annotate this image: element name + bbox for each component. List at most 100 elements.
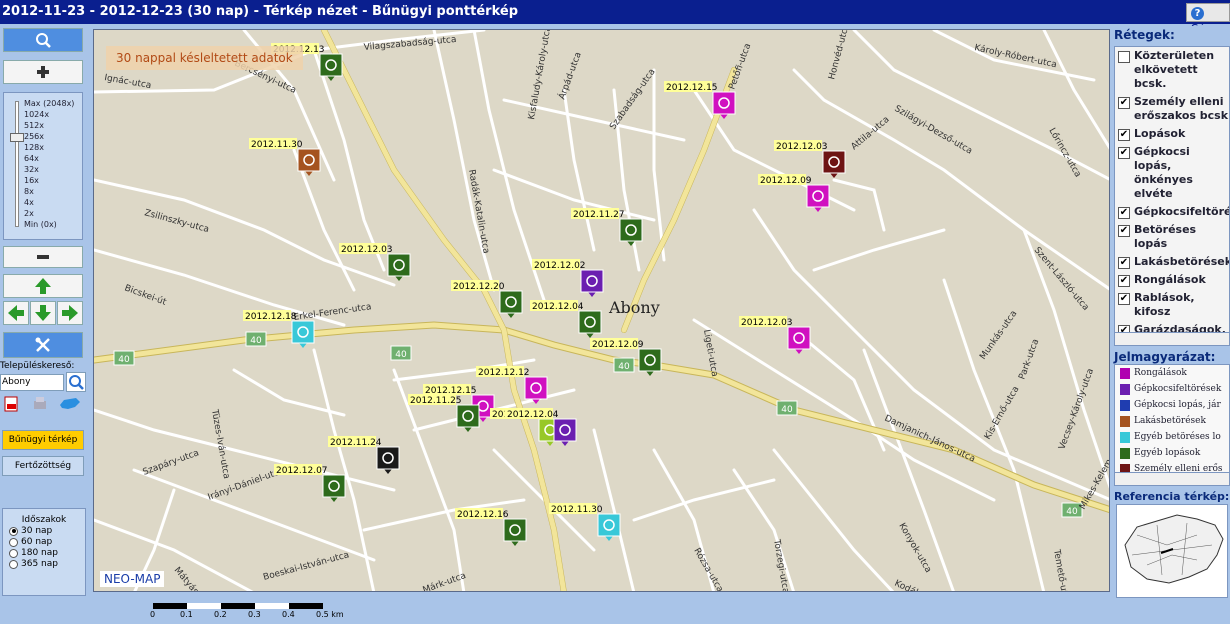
radio-icon[interactable] — [9, 559, 18, 569]
crime-markers[interactable]: 2012.12.132012.11.302012.12.032012.12.15… — [243, 43, 846, 546]
layer-label: Személy elleni erőszakos bcsk — [1134, 95, 1229, 122]
marker-date-label: 2012.12.03 — [776, 142, 828, 152]
street-label: Boeskai-István-utca — [262, 550, 350, 583]
legend-label: Lakásbetörések — [1134, 416, 1206, 426]
crime-marker[interactable]: 2012.12.04 — [530, 300, 602, 338]
layer-checkbox[interactable]: ✔ — [1118, 207, 1130, 219]
scale-bar: 0 0.1 0.2 0.3 0.4 0.5 km — [150, 603, 390, 620]
layer-checkbox[interactable]: ✔ — [1118, 293, 1130, 305]
zoom-level: 512x — [24, 121, 45, 130]
street-label: Vecsey-Károly-utca — [1057, 367, 1096, 451]
legend-item: Gépkocsifeltörések — [1115, 381, 1229, 397]
radio-icon[interactable] — [9, 548, 18, 558]
layer-item[interactable]: ✔ Gépkocsi lopás, önkényes elvéte — [1115, 143, 1229, 203]
layer-checkbox[interactable]: ✔ — [1118, 225, 1130, 237]
crime-marker[interactable]: 2012.11.24 — [328, 436, 400, 474]
street-label: Árpád-utca — [556, 50, 584, 101]
zoom-knob[interactable] — [10, 133, 24, 142]
marker-date-label: 2012.12.03 — [741, 318, 793, 328]
zoom-slider[interactable]: Max (2048x) 1024x 512x 256x 128x 64x 32x… — [3, 92, 83, 240]
marker-date-label: 2012.11.30 — [551, 505, 603, 515]
marker-date-label: 2012.11.27 — [573, 210, 625, 220]
layer-item[interactable]: Közterületen elkövetett bcsk. — [1115, 47, 1229, 93]
zoom-level: 128x — [24, 143, 45, 152]
help-icon: ? — [1191, 7, 1204, 20]
crime-marker[interactable]: 2012.12.16 — [455, 508, 527, 546]
street-label: Kis-Ernő-utca — [983, 385, 1022, 442]
layer-item[interactable]: ✔ Gépkocsifeltöré — [1115, 203, 1229, 221]
layer-checkbox[interactable]: ✔ — [1118, 275, 1130, 287]
layer-item[interactable]: ✔ Rongálások — [1115, 271, 1229, 289]
crime-marker[interactable]: 2012.12.07 — [274, 464, 346, 502]
layer-checkbox[interactable]: ✔ — [1118, 129, 1130, 141]
pan-right-button[interactable] — [57, 301, 83, 325]
arrow-down-icon — [35, 305, 51, 321]
layer-item[interactable]: ✔ Rablások, kifosz — [1115, 289, 1229, 321]
layer-checkbox[interactable]: ✔ — [1118, 147, 1130, 159]
crime-map-canvas[interactable]: 40 40 40 40 40 40 Vilagszabadság-utca Károly-R… — [93, 29, 1110, 592]
page-title: 2012-11-23 - 2012-12-23 (30 nap) - Térké… — [2, 4, 518, 19]
layer-checkbox[interactable]: ✔ — [1118, 97, 1130, 109]
svg-text:40: 40 — [395, 350, 407, 360]
layer-list: Közterületen elkövetett bcsk. ✔ Személy el… — [1114, 46, 1230, 346]
crime-map-button[interactable]: Bűnügyi térkép — [2, 430, 84, 450]
legend-list: Rongálások Gépkocsifeltörések Gépkocsi lop… — [1114, 364, 1230, 476]
radio-icon[interactable] — [9, 537, 18, 547]
marker-date-label: 2012.12.09 — [592, 340, 644, 350]
layer-item[interactable]: ✔ Lopások — [1115, 125, 1229, 143]
legend-label: Egyéb lopások — [1134, 448, 1201, 458]
layer-item[interactable]: ✔ Lakásbetörések — [1115, 253, 1229, 271]
pan-left-button[interactable] — [3, 301, 29, 325]
street-label: Irányi-Dániel-utca — [207, 466, 286, 503]
layer-checkbox[interactable] — [1118, 51, 1130, 63]
crime-marker[interactable]: 2012.12.03 — [739, 316, 811, 354]
infection-button[interactable]: Fertőzöttség — [2, 456, 84, 476]
street-label: Radák-Katalin-utca — [466, 169, 491, 255]
crime-marker[interactable]: 2012.11.30 — [249, 138, 321, 176]
layer-item[interactable]: ✔ Betöréses lopás — [1115, 221, 1229, 253]
marker-date-label: 2012.11.25 — [410, 396, 462, 406]
zoom-search-button[interactable] — [3, 28, 83, 52]
period-option-60[interactable]: 60 nap — [9, 537, 85, 547]
period-option-30[interactable]: 30 nap — [9, 526, 85, 536]
settlement-search-input[interactable]: Abony — [0, 374, 64, 391]
legend-label: Gépkocsi lopás, jár — [1134, 400, 1221, 410]
legend-icon — [1120, 399, 1130, 411]
legend-item: Egyéb betöréses lo — [1115, 429, 1229, 445]
scale-label: 0.2 — [214, 610, 227, 619]
crime-marker[interactable]: 2012.12.03 — [774, 140, 846, 178]
reference-title: Referencia térkép: — [1114, 490, 1230, 503]
crime-marker[interactable]: 2012.12.09 — [758, 174, 830, 212]
legend-title: Jelmagyarázat: — [1114, 350, 1216, 364]
pan-down-button[interactable] — [30, 301, 56, 325]
zoom-out-button[interactable] — [3, 246, 83, 268]
pan-up-button[interactable] — [3, 274, 83, 298]
crime-marker[interactable]: 2012.12.03 — [339, 243, 411, 281]
road-shields: 40 40 40 40 40 40 — [113, 331, 1083, 518]
street-label: Mátyás-király-utca — [172, 566, 233, 592]
legend-scrollbar[interactable] — [1114, 472, 1230, 486]
period-option-365[interactable]: 365 nap — [9, 559, 85, 569]
crime-marker[interactable]: 2012.11.25 — [408, 394, 480, 432]
delay-note: 30 nappal késleltetett adatok — [106, 46, 303, 70]
reference-map[interactable] — [1116, 504, 1228, 598]
map-svg[interactable]: 404040404040 Vilagszabadság-utca Károly-R… — [94, 30, 1110, 592]
zoom-in-button[interactable] — [3, 60, 83, 84]
arrow-up-icon — [35, 278, 51, 294]
scale-label: 0.3 — [248, 610, 261, 619]
period-option-180[interactable]: 180 nap — [9, 548, 85, 558]
print-icon[interactable] — [32, 396, 48, 412]
tools-button[interactable] — [3, 332, 83, 358]
settlement-search-button[interactable] — [66, 372, 86, 392]
svg-text:40: 40 — [618, 362, 630, 372]
crime-marker[interactable]: 2012.11.30 — [549, 503, 621, 541]
pdf-export-icon[interactable] — [4, 396, 20, 412]
legend-item: Rongálások — [1115, 365, 1229, 381]
map-shape-icon[interactable] — [58, 396, 82, 412]
layer-scrollbar[interactable] — [1114, 332, 1230, 346]
layer-item[interactable]: ✔ Személy elleni erőszakos bcsk — [1115, 93, 1229, 125]
layer-checkbox[interactable]: ✔ — [1118, 257, 1130, 269]
left-panel: Max (2048x) 1024x 512x 256x 128x 64x 32x… — [0, 26, 88, 596]
radio-icon[interactable] — [9, 526, 18, 536]
help-button[interactable]: ?Súg — [1186, 3, 1230, 36]
